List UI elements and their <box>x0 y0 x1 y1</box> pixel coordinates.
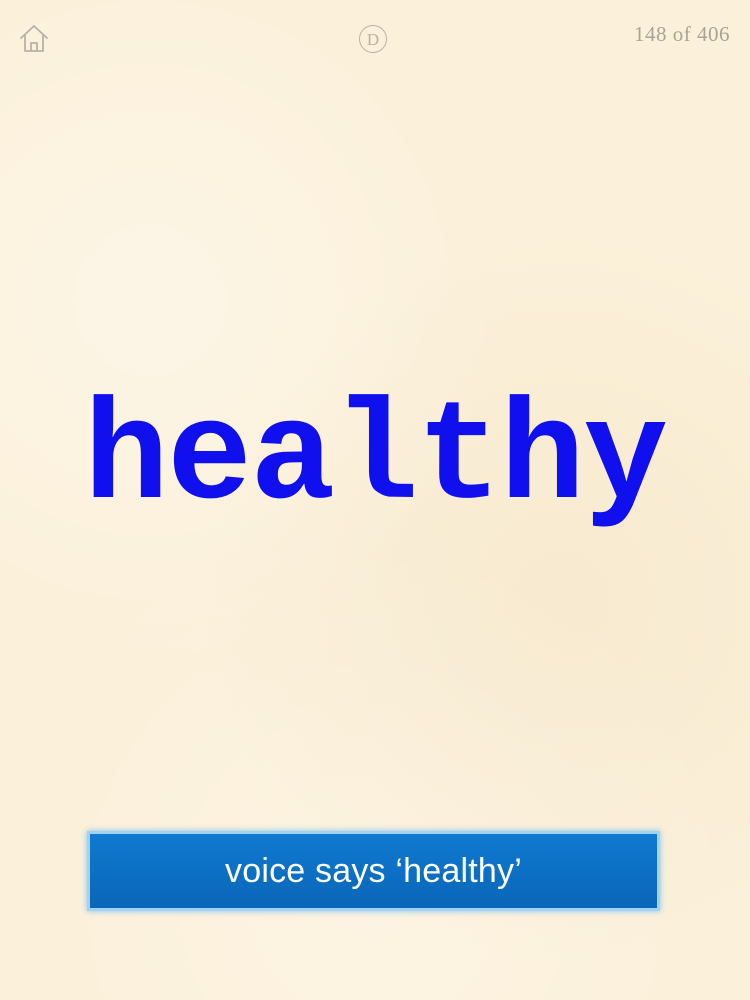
home-icon <box>20 25 48 52</box>
deck-button[interactable]: D <box>359 25 387 53</box>
voice-button[interactable]: voice says ‘healthy’ <box>87 831 660 911</box>
deck-letter: D <box>366 29 380 49</box>
card-counter: 148 of 406 <box>634 22 730 46</box>
flashcard-word: healthy <box>83 379 669 540</box>
voice-button-label: voice says ‘healthy’ <box>225 851 522 890</box>
home-button[interactable] <box>18 22 50 54</box>
